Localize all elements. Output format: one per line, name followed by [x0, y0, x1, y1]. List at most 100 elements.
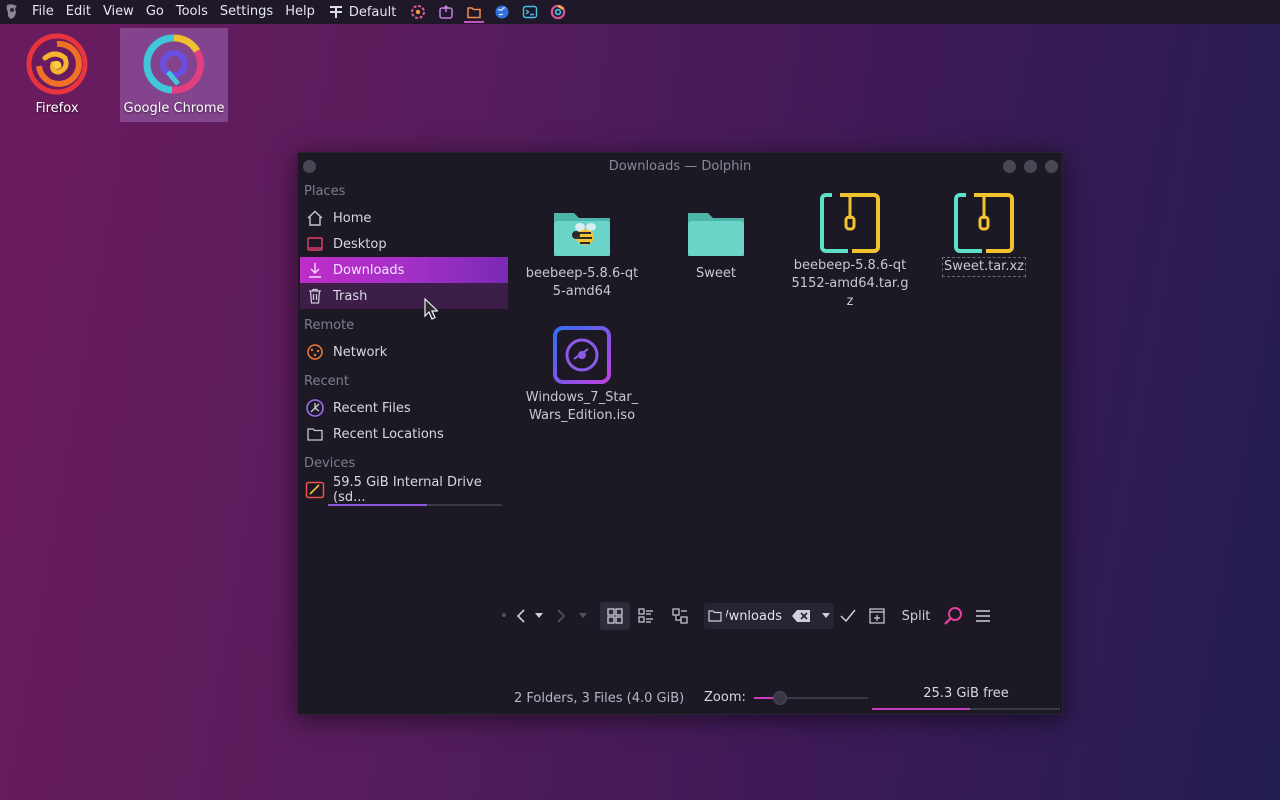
globe-icon[interactable] — [488, 0, 516, 24]
file-item[interactable]: Windows_7_Star_Wars_Edition.iso — [520, 323, 644, 425]
home-icon — [305, 208, 325, 228]
file-name: Sweet — [696, 266, 736, 281]
free-space-fill — [872, 708, 970, 710]
location-bar[interactable]: wnloads/ — [704, 603, 834, 629]
sidebar-item-recent-files[interactable]: Recent Files — [300, 395, 508, 421]
folder-icon[interactable] — [460, 0, 488, 24]
location-history-dropdown[interactable] — [822, 613, 830, 619]
recent-header: Recent — [304, 374, 349, 389]
sidebar-item-downloads[interactable]: Downloads — [300, 257, 508, 283]
menu-help[interactable]: Help — [279, 0, 321, 24]
zoom-slider-handle[interactable] — [772, 690, 787, 705]
search-icon — [944, 607, 962, 625]
archive-icon — [820, 193, 880, 253]
file-item[interactable]: Sweet — [654, 199, 778, 283]
free-space-label: 25.3 GiB free — [923, 686, 1009, 701]
file-item[interactable]: beebeep-5.8.6-qt5-amd64 — [520, 199, 644, 301]
forward-history-button[interactable] — [576, 602, 590, 630]
zoom-slider[interactable] — [753, 690, 868, 705]
drive-usage-bar — [328, 504, 502, 506]
close-button[interactable] — [1045, 160, 1058, 173]
network-icon — [305, 342, 325, 362]
sidebar-item-recent-locations[interactable]: Recent Locations — [300, 421, 508, 447]
backspace-icon — [792, 610, 810, 622]
devices-header: Devices — [304, 456, 356, 471]
new-tab-icon — [869, 608, 885, 624]
global-menu-bar: File Edit View Go Tools Settings Help De… — [0, 0, 1280, 24]
trash-icon — [305, 286, 325, 306]
free-space-bar — [872, 708, 1060, 710]
file-name: Sweet.tar.xz — [942, 257, 1026, 277]
window-titlebar[interactable]: Downloads — Dolphin — [298, 153, 1062, 179]
chevron-down-icon — [535, 613, 543, 618]
desktop-icon-google-chrome[interactable]: Google Chrome — [120, 28, 228, 122]
menu-go[interactable]: Go — [140, 0, 170, 24]
sidebar-item-label: Desktop — [333, 236, 387, 252]
app-logo-icon[interactable] — [0, 0, 24, 24]
download-icon — [305, 260, 325, 280]
drive-usage-fill — [328, 504, 428, 506]
desktop-icon-label: Firefox — [35, 101, 79, 116]
settings-icon[interactable] — [404, 0, 432, 24]
chrome-icon[interactable] — [544, 0, 572, 24]
menu-file[interactable]: File — [26, 0, 60, 24]
minimize-button[interactable] — [1003, 160, 1016, 173]
search-button[interactable] — [938, 602, 968, 630]
confirm-location-button[interactable] — [834, 602, 862, 630]
folder-bee-icon — [554, 213, 610, 256]
chevron-down-icon — [579, 613, 587, 618]
folder-icon — [688, 213, 744, 256]
menu-view[interactable]: View — [97, 0, 140, 24]
navigation-toolbar: • wnloads/ — [498, 600, 1058, 632]
window-title: Downloads — Dolphin — [608, 158, 752, 174]
forward-button[interactable] — [546, 602, 576, 630]
file-item[interactable]: beebeep-5.8.6-qt5152-amd64.tar.gz — [788, 191, 912, 311]
checkmark-icon — [840, 609, 856, 623]
back-button[interactable] — [510, 602, 532, 630]
icons-view-button[interactable] — [600, 602, 630, 630]
layout-icon — [329, 6, 342, 18]
screenshot-icon[interactable] — [432, 0, 460, 24]
status-summary: 2 Folders, 3 Files (4.0 GiB) — [514, 690, 685, 706]
arrow-left-icon — [516, 609, 525, 623]
chrome-icon — [143, 34, 205, 94]
new-tab-button[interactable] — [862, 602, 892, 630]
sidebar-item-desktop[interactable]: Desktop — [300, 231, 508, 257]
file-name: beebeep-5.8.6-qt5152-amd64.tar.gz — [791, 258, 909, 309]
hamburger-menu-button[interactable] — [968, 602, 998, 630]
location-path[interactable]: wnloads/ — [726, 609, 782, 624]
file-view[interactable]: beebeep-5.8.6-qt5-amd64 Sweet beebeep-5.… — [520, 183, 1050, 603]
file-item[interactable]: Sweet.tar.xz — [922, 191, 1046, 277]
clear-location-button[interactable] — [792, 610, 810, 622]
compact-view-button[interactable] — [630, 602, 662, 630]
chevron-down-icon — [822, 613, 830, 618]
menu-edit[interactable]: Edit — [60, 0, 97, 24]
firefox-icon — [26, 33, 88, 95]
menu-tools[interactable]: Tools — [170, 0, 214, 24]
split-button[interactable]: Split — [894, 602, 938, 630]
places-header: Places — [304, 184, 346, 199]
maximize-button[interactable] — [1024, 160, 1037, 173]
layout-selector[interactable]: Default — [321, 5, 405, 20]
back-history-button[interactable] — [532, 602, 546, 630]
desktop-icon-firefox[interactable]: Firefox — [3, 28, 111, 122]
mouse-cursor-icon — [424, 298, 438, 320]
sidebar-item-trash[interactable]: Trash — [300, 283, 508, 309]
file-name: Windows_7_Star_Wars_Edition.iso — [525, 390, 639, 423]
sidebar-item-home[interactable]: Home — [300, 205, 508, 231]
sidebar-item-label: 59.5 GiB Internal Drive (sd... — [333, 475, 482, 505]
tree-view-icon — [672, 608, 688, 624]
terminal-icon[interactable] — [516, 0, 544, 24]
arrow-right-icon — [557, 609, 566, 623]
details-view-button[interactable] — [662, 602, 698, 630]
window-menu-button[interactable] — [303, 160, 316, 173]
archive-icon — [954, 193, 1014, 253]
hamburger-icon — [976, 610, 990, 622]
remote-header: Remote — [304, 318, 355, 333]
sidebar-item-label: Trash — [333, 288, 368, 304]
sidebar-item-network[interactable]: Network — [300, 339, 508, 365]
grid-view-icon — [607, 608, 623, 624]
places-panel: Places Home Desktop Downloads Trash Remo… — [300, 179, 508, 506]
menu-settings[interactable]: Settings — [214, 0, 279, 24]
sidebar-item-internal-drive[interactable]: 59.5 GiB Internal Drive (sd... — [300, 475, 508, 506]
